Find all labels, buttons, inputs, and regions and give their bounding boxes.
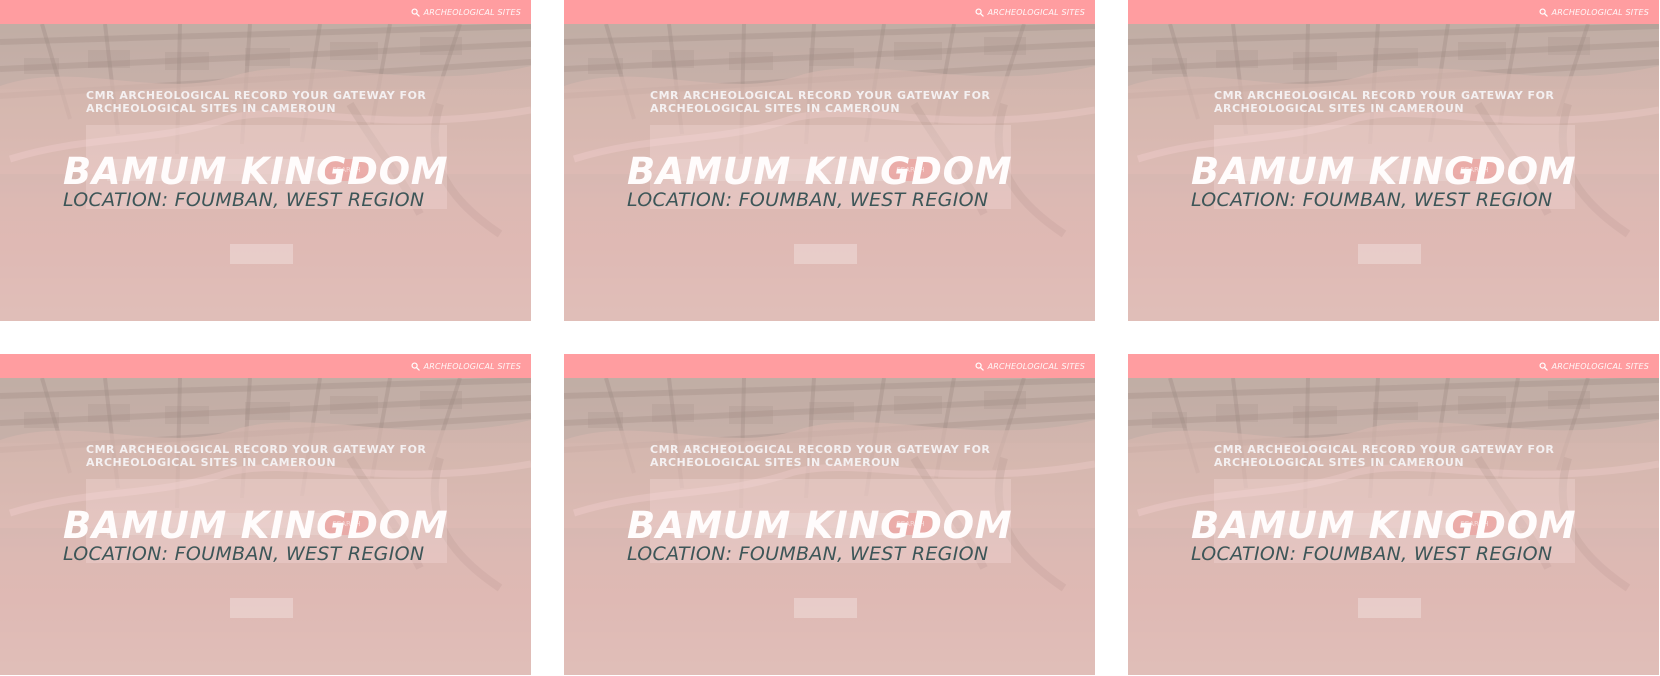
archeological-sites-link[interactable]: ARCHEOLOGICAL SITES	[1539, 4, 1649, 20]
site-preview-card: ARCHEOLOGICAL SITES CMR ARCHEOLOGICAL RE…	[1128, 354, 1659, 675]
top-navigation-bar: ARCHEOLOGICAL SITES	[564, 354, 1095, 378]
archeological-sites-link[interactable]: ARCHEOLOGICAL SITES	[1539, 358, 1649, 374]
hero-action-button[interactable]	[230, 598, 293, 618]
hero-banner: CMR ARCHEOLOGICAL RECORD YOUR GATEWAY FO…	[564, 24, 1095, 321]
archeological-sites-label: ARCHEOLOGICAL SITES	[1551, 7, 1649, 17]
site-location: LOCATION: FOUMBAN, WEST REGION	[63, 543, 425, 565]
hero-banner: CMR ARCHEOLOGICAL RECORD YOUR GATEWAY FO…	[0, 378, 531, 675]
archeological-sites-link[interactable]: ARCHEOLOGICAL SITES	[975, 4, 1085, 20]
site-location: LOCATION: FOUMBAN, WEST REGION	[627, 189, 989, 211]
search-icon	[411, 361, 420, 371]
hero-banner: CMR ARCHEOLOGICAL RECORD YOUR GATEWAY FO…	[0, 24, 531, 321]
top-navigation-bar: ARCHEOLOGICAL SITES	[564, 0, 1095, 24]
site-tagline: CMR ARCHEOLOGICAL RECORD YOUR GATEWAY FO…	[1214, 89, 1555, 115]
site-location: LOCATION: FOUMBAN, WEST REGION	[627, 543, 989, 565]
archeological-sites-label: ARCHEOLOGICAL SITES	[423, 361, 521, 371]
top-navigation-bar: ARCHEOLOGICAL SITES	[0, 0, 531, 24]
search-icon	[975, 7, 984, 17]
hero-banner: CMR ARCHEOLOGICAL RECORD YOUR GATEWAY FO…	[564, 378, 1095, 675]
search-icon	[1539, 7, 1548, 17]
top-navigation-bar: ARCHEOLOGICAL SITES	[1128, 0, 1659, 24]
hero-banner: CMR ARCHEOLOGICAL RECORD YOUR GATEWAY FO…	[1128, 24, 1659, 321]
archeological-sites-label: ARCHEOLOGICAL SITES	[1551, 361, 1649, 371]
site-tagline: CMR ARCHEOLOGICAL RECORD YOUR GATEWAY FO…	[86, 89, 427, 115]
site-location: LOCATION: FOUMBAN, WEST REGION	[63, 189, 425, 211]
search-icon	[1539, 361, 1548, 371]
site-tagline: CMR ARCHEOLOGICAL RECORD YOUR GATEWAY FO…	[650, 89, 991, 115]
search-icon	[411, 7, 420, 17]
top-navigation-bar: ARCHEOLOGICAL SITES	[0, 354, 531, 378]
hero-action-button[interactable]	[794, 598, 857, 618]
hero-action-button[interactable]	[1358, 598, 1421, 618]
site-preview-card: ARCHEOLOGICAL SITES CMR ARCHEOLOGICAL RE…	[564, 0, 1095, 321]
archeological-sites-link[interactable]: ARCHEOLOGICAL SITES	[411, 358, 521, 374]
hero-action-button[interactable]	[794, 244, 857, 264]
site-location: LOCATION: FOUMBAN, WEST REGION	[1191, 189, 1553, 211]
site-preview-card: ARCHEOLOGICAL SITES CMR ARCHEOLOGICAL RE…	[0, 0, 531, 321]
hero-banner: CMR ARCHEOLOGICAL RECORD YOUR GATEWAY FO…	[1128, 378, 1659, 675]
hero-action-button[interactable]	[1358, 244, 1421, 264]
top-navigation-bar: ARCHEOLOGICAL SITES	[1128, 354, 1659, 378]
site-preview-card: ARCHEOLOGICAL SITES CMR ARCHEOLOGICAL RE…	[564, 354, 1095, 675]
archeological-sites-link[interactable]: ARCHEOLOGICAL SITES	[975, 358, 1085, 374]
search-icon	[975, 361, 984, 371]
archeological-sites-label: ARCHEOLOGICAL SITES	[987, 361, 1085, 371]
archeological-sites-label: ARCHEOLOGICAL SITES	[423, 7, 521, 17]
site-location: LOCATION: FOUMBAN, WEST REGION	[1191, 543, 1553, 565]
site-preview-card: ARCHEOLOGICAL SITES CMR ARCHEOLOGICAL RE…	[0, 354, 531, 675]
archeological-sites-label: ARCHEOLOGICAL SITES	[987, 7, 1085, 17]
hero-action-button[interactable]	[230, 244, 293, 264]
site-tagline: CMR ARCHEOLOGICAL RECORD YOUR GATEWAY FO…	[1214, 443, 1555, 469]
site-tagline: CMR ARCHEOLOGICAL RECORD YOUR GATEWAY FO…	[650, 443, 991, 469]
site-tagline: CMR ARCHEOLOGICAL RECORD YOUR GATEWAY FO…	[86, 443, 427, 469]
site-preview-card: ARCHEOLOGICAL SITES CMR ARCHEOLOGICAL RE…	[1128, 0, 1659, 321]
screenshot-grid: ARCHEOLOGICAL SITES CMR ARCHEOLOGICAL RE…	[0, 0, 1660, 676]
archeological-sites-link[interactable]: ARCHEOLOGICAL SITES	[411, 4, 521, 20]
